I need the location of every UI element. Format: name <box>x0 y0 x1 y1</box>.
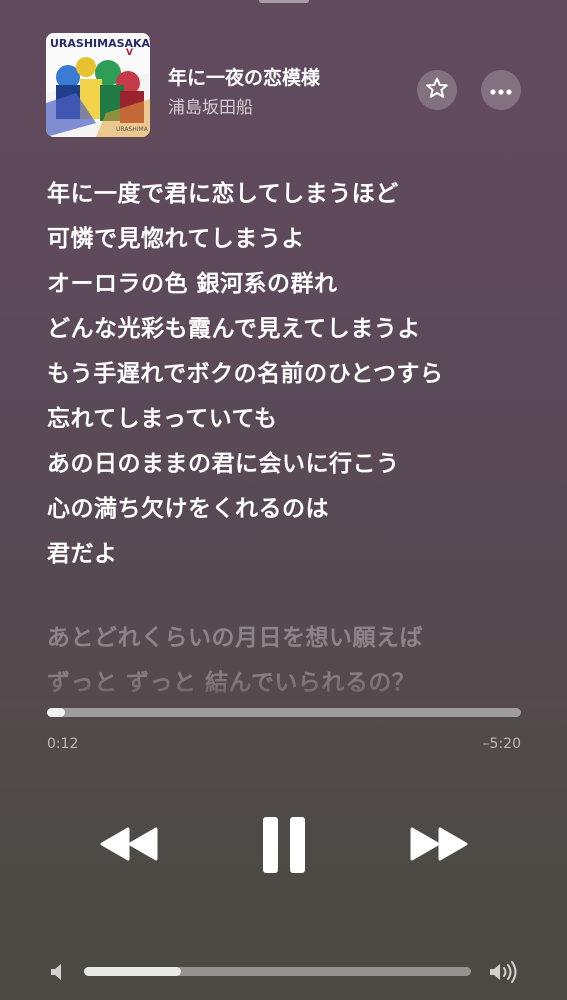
more-button[interactable] <box>481 70 521 110</box>
song-title[interactable]: 年に一夜の恋模様 <box>168 63 320 90</box>
svg-text:URASHIMA: URASHIMA <box>116 126 149 133</box>
pause-icon <box>261 815 307 879</box>
ellipsis-icon <box>489 81 513 100</box>
lyric-line[interactable]: 君だよ <box>47 532 547 577</box>
sheet-grabber[interactable] <box>259 0 309 3</box>
backward-icon <box>98 826 160 866</box>
volume-fill <box>84 967 181 976</box>
lyrics-fade <box>0 670 567 710</box>
star-outline-icon <box>425 76 449 104</box>
elapsed-time: 0:12 <box>47 736 79 752</box>
next-button[interactable] <box>408 826 470 866</box>
progress-fill <box>47 708 65 717</box>
lyric-line[interactable]: あの日のままの君に会いに行こう <box>47 442 547 487</box>
speaker-icon <box>49 962 67 982</box>
lyric-line-upcoming[interactable]: あとどれくらいの月日を想い願えば <box>47 616 547 661</box>
lyric-line[interactable]: 年に一度で君に恋してしまうほど <box>47 172 547 217</box>
speaker-waves-icon <box>488 960 520 984</box>
svg-text:URASHIMASAKATASEN: URASHIMASAKATASEN <box>50 37 150 50</box>
volume-slider[interactable] <box>84 967 471 976</box>
album-art: URASHIMASAKATASEN V URASHIMA <box>46 33 150 137</box>
pause-button[interactable] <box>258 816 310 878</box>
lyric-line[interactable]: 心の満ち欠けをくれるのは <box>47 487 547 532</box>
progress-scrubber[interactable] <box>47 708 521 717</box>
remaining-time: –5:20 <box>482 736 521 752</box>
current-lyrics[interactable]: 年に一度で君に恋してしまうほど 可憐で見惚れてしまうよ オーロラの色 銀河系の群… <box>47 172 547 577</box>
lyric-line[interactable]: どんな光彩も霞んで見えてしまうよ <box>47 307 547 352</box>
svg-text:V: V <box>126 48 133 58</box>
previous-button[interactable] <box>98 826 160 866</box>
artist-name[interactable]: 浦島坂田船 <box>168 93 253 118</box>
lyric-line[interactable]: もう手遅れでボクの名前のひとつすら <box>47 352 547 397</box>
forward-icon <box>408 826 470 866</box>
favorite-button[interactable] <box>417 70 457 110</box>
lyric-line[interactable]: オーロラの色 銀河系の群れ <box>47 262 547 307</box>
lyric-line[interactable]: 可憐で見惚れてしまうよ <box>47 217 547 262</box>
lyric-line[interactable]: 忘れてしまっていても <box>47 397 547 442</box>
